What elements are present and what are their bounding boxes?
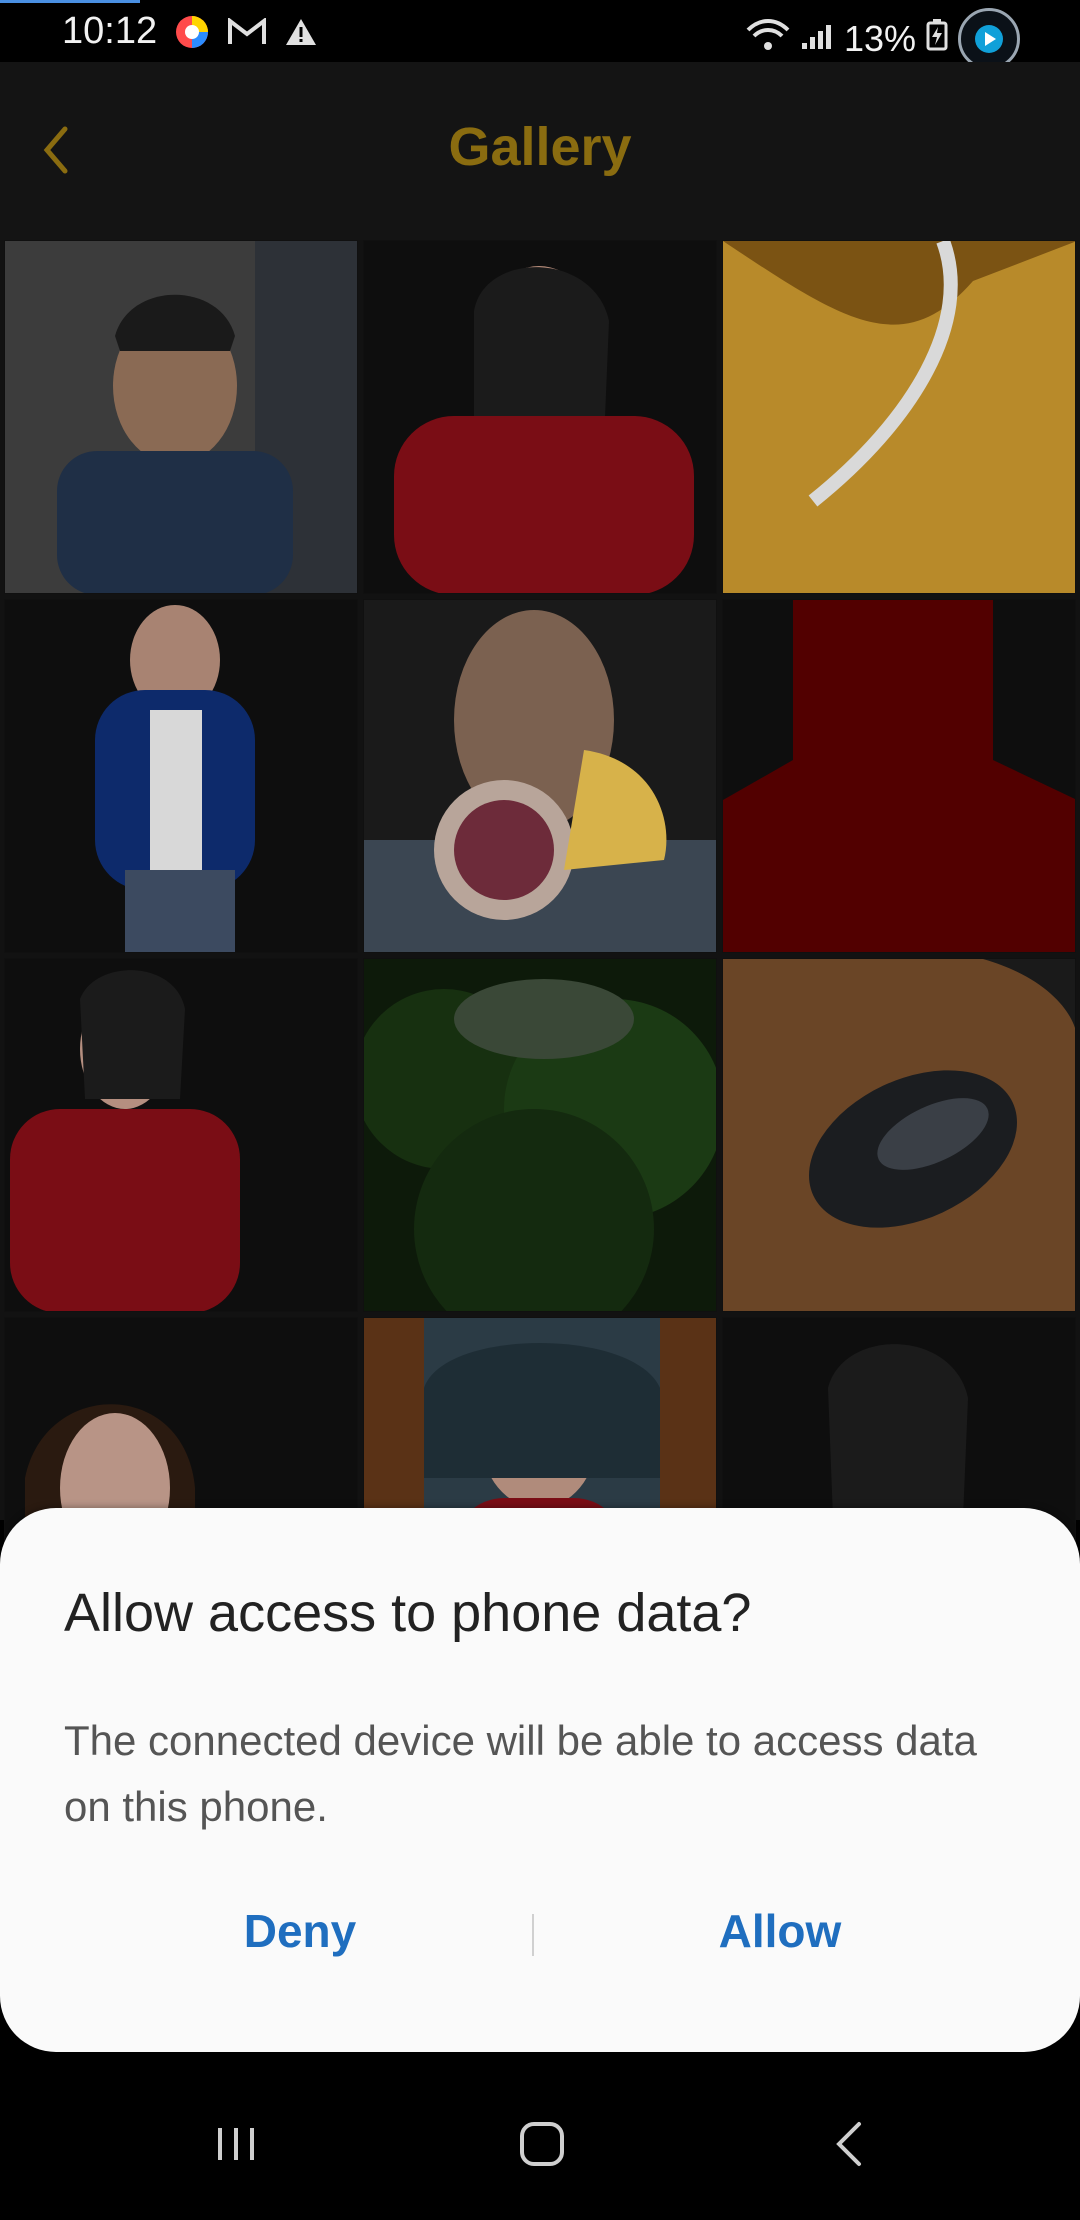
gallery-tile-7[interactable] — [4, 958, 358, 1312]
dialog-actions: Deny Allow — [0, 1904, 1080, 2014]
status-right: 13% — [746, 8, 1020, 70]
page-title: Gallery — [448, 117, 632, 177]
battery-charging-icon — [926, 18, 948, 60]
floating-overlay-icon[interactable] — [958, 8, 1020, 70]
gmail-icon — [228, 16, 266, 51]
warning-icon — [284, 17, 318, 52]
allow-button[interactable]: Allow — [630, 1904, 930, 1958]
gallery-tile-5[interactable] — [363, 599, 717, 953]
recents-icon — [216, 2124, 260, 2169]
gallery-tile-1[interactable] — [4, 240, 358, 594]
gallery-tile-6[interactable] — [722, 599, 1076, 953]
gallery-grid — [0, 240, 1080, 1671]
home-icon — [518, 2120, 566, 2173]
gallery-tile-9[interactable] — [722, 958, 1076, 1312]
back-arrow-icon — [831, 2120, 865, 2173]
status-time: 10:12 — [62, 10, 158, 52]
home-button[interactable] — [502, 2106, 582, 2186]
status-left-icons — [174, 14, 318, 55]
wifi-icon — [746, 18, 790, 61]
loading-progress — [0, 0, 140, 3]
system-navigation-bar — [0, 2052, 1080, 2220]
dialog-title: Allow access to phone data? — [64, 1583, 752, 1643]
app-icon — [174, 14, 210, 55]
recents-button[interactable] — [198, 2106, 278, 2186]
battery-percent: 13% — [843, 18, 916, 59]
gallery-tile-4[interactable] — [4, 599, 358, 953]
dialog-message: The connected device will be able to acc… — [64, 1717, 977, 1830]
gallery-tile-8[interactable] — [363, 958, 717, 1312]
deny-button[interactable]: Deny — [150, 1904, 450, 1958]
app-header: Gallery — [0, 62, 1080, 240]
actions-divider — [532, 1914, 534, 1956]
permission-dialog: Allow access to phone data? The connecte… — [0, 1508, 1080, 2052]
back-nav-button[interactable] — [808, 2106, 888, 2186]
gallery-tile-3[interactable] — [722, 240, 1076, 594]
signal-icon — [800, 18, 834, 60]
gallery-tile-2[interactable] — [363, 240, 717, 594]
status-bar: 10:12 13% — [0, 0, 1080, 70]
